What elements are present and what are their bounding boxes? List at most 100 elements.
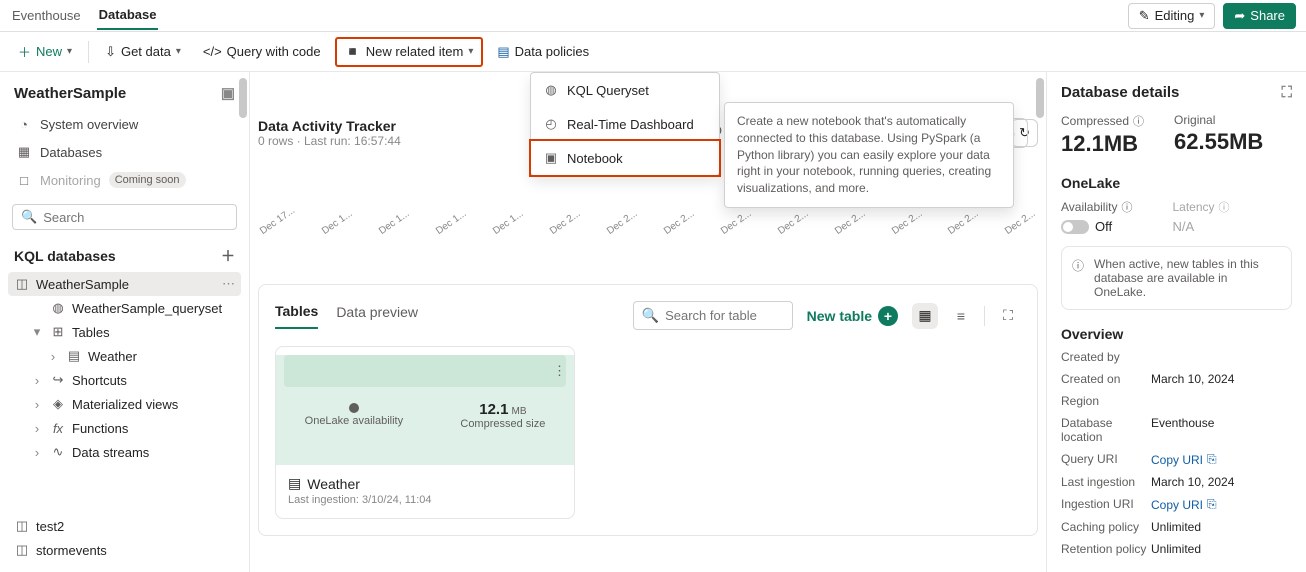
sidebar-search[interactable]: 🔍 [12, 204, 237, 230]
more-dots-icon[interactable]: ⋮ [553, 363, 566, 379]
fx-icon: fx [50, 420, 66, 436]
related-icon: ◾ [345, 44, 361, 60]
notebook-tooltip: Create a new notebook that's automatical… [724, 102, 1014, 208]
ov-val [1151, 394, 1292, 408]
tab-data-preview[interactable]: Data preview [336, 304, 418, 328]
scrollbar[interactable] [239, 78, 247, 118]
table-card-sub: Last ingestion: 3/10/24, 11:04 [276, 494, 574, 518]
activity-title: Data Activity Tracker [258, 118, 401, 134]
tree-tables[interactable]: ▾ ⊞ Tables [8, 320, 241, 344]
ov-key: Retention policy [1061, 542, 1151, 556]
info-icon[interactable]: ⓘ [1121, 199, 1132, 215]
ov-key: Region [1061, 394, 1151, 408]
ov-val: Unlimited [1151, 520, 1292, 534]
main-row: WeatherSample ▣ ◔ System overview ▦ Data… [0, 72, 1306, 572]
new-related-item-button[interactable]: ◾ New related item ▾ [335, 37, 484, 67]
chevron-right-icon[interactable]: › [30, 397, 44, 412]
plus-icon[interactable]: ＋ [221, 246, 235, 266]
chevron-down-icon: ▾ [176, 46, 181, 57]
chevron-right-icon[interactable]: › [30, 373, 44, 388]
table-search-input[interactable] [665, 308, 784, 323]
scrollbar[interactable] [1036, 78, 1044, 118]
expand-icon[interactable]: ▣ [221, 84, 235, 102]
matview-icon: ◈ [50, 396, 66, 412]
overview-grid: Created by Created onMarch 10, 2024 Regi… [1061, 350, 1292, 556]
chevron-down-icon[interactable]: ▾ [30, 324, 44, 340]
nav-databases[interactable]: ▦ Databases [8, 138, 241, 166]
tree-label: Tables [72, 325, 110, 340]
fullscreen-button[interactable]: ⛶ [995, 303, 1021, 329]
tree-label: WeatherSample [36, 277, 129, 292]
separator [88, 41, 89, 63]
sidebar-header: WeatherSample ▣ [8, 82, 241, 110]
tab-database[interactable]: Database [97, 1, 159, 30]
search-input[interactable] [43, 210, 228, 225]
tree-matviews[interactable]: › ◈ Materialized views [8, 392, 241, 416]
dd-realtime-dashboard[interactable]: ◴ Real-Time Dashboard [531, 107, 719, 141]
table-card-weather[interactable]: ⋮ OneLake availability 12.1 MB Compresse… [275, 346, 575, 519]
info-icon[interactable]: ⓘ [1133, 113, 1144, 129]
ov-val: March 10, 2024 [1151, 475, 1292, 489]
header-bar: Eventhouse Database ✎ Editing ▾ ➦ Share [0, 0, 1306, 32]
info-icon: ⓘ [1219, 199, 1230, 215]
data-policies-button[interactable]: ▤ Data policies [489, 39, 597, 65]
share-button[interactable]: ➦ Share [1223, 3, 1296, 29]
availability-value: Off [1095, 219, 1112, 234]
tree-queryset[interactable]: ◍ WeatherSample_queryset [8, 296, 241, 320]
share-label: Share [1250, 8, 1285, 23]
copy-ingestion-uri[interactable]: Copy URI ⎘ [1151, 497, 1292, 512]
tree-weathersample[interactable]: ◫ WeatherSample ⋯ [8, 272, 241, 296]
gauge-icon: ◔ [16, 116, 32, 132]
query-with-code-button[interactable]: </> Query with code [195, 39, 329, 64]
nav-monitoring: □ Monitoring Coming soon [8, 166, 241, 194]
monitor-icon: □ [16, 172, 32, 188]
activity-subtitle: 0 rows · Last run: 16:57:44 [258, 134, 401, 148]
kql-databases-section: KQL databases ＋ [8, 240, 241, 272]
data-policies-label: Data policies [515, 44, 589, 59]
more-dots-icon[interactable]: ⋯ [222, 276, 235, 292]
expand-icon[interactable]: ⛶ [1281, 84, 1292, 101]
new-label: New [36, 44, 62, 59]
dd-notebook[interactable]: ▣ Notebook [529, 139, 721, 177]
tree-weather-table[interactable]: › ▤ Weather [8, 344, 241, 368]
tab-tables[interactable]: Tables [275, 303, 318, 329]
details-title: Database details [1061, 84, 1179, 101]
copy-query-uri[interactable]: Copy URI ⎘ [1151, 452, 1292, 467]
grid-view-button[interactable]: ▦ [912, 303, 938, 329]
chart-x-labels: Dec 17... Dec 1... Dec 1... Dec 1... Dec… [258, 228, 1038, 239]
chevron-down-icon: ▾ [468, 46, 473, 57]
tree-shortcuts[interactable]: › ↪ Shortcuts [8, 368, 241, 392]
chevron-right-icon[interactable]: › [30, 445, 44, 460]
tree-test2[interactable]: ◫ test2 [8, 514, 241, 538]
toolbar: ＋ New ▾ ⇩ Get data ▾ </> Query with code… [0, 32, 1306, 72]
new-button[interactable]: ＋ New ▾ [10, 37, 80, 66]
tab-eventhouse[interactable]: Eventhouse [10, 2, 83, 29]
get-data-button[interactable]: ⇩ Get data ▾ [97, 39, 189, 65]
dd-label: Notebook [567, 151, 623, 166]
nav-system-overview[interactable]: ◔ System overview [8, 110, 241, 138]
tree-datastreams[interactable]: › ∿ Data streams [8, 440, 241, 464]
ov-key: Query URI [1061, 452, 1151, 467]
tree-stormevents[interactable]: ◫ stormevents [8, 538, 241, 562]
chevron-right-icon[interactable]: › [46, 349, 60, 364]
queryset-icon: ◍ [543, 82, 559, 98]
editing-dropdown[interactable]: ✎ Editing ▾ [1128, 3, 1216, 29]
tree-functions[interactable]: › fx Functions [8, 416, 241, 440]
plus-circle-icon: + [878, 306, 898, 326]
tree-label: WeatherSample_queryset [72, 301, 222, 316]
table-card-name: ▤ Weather [276, 465, 574, 494]
table-search[interactable]: 🔍 [633, 301, 793, 330]
chevron-right-icon[interactable]: › [30, 421, 44, 436]
copy-icon: ⎘ [1207, 497, 1217, 512]
tree-label: test2 [36, 519, 64, 534]
tables-tabs: Tables Data preview 🔍 New table + ▦ ≡ [275, 301, 1021, 330]
table-icon: ▤ [66, 348, 82, 364]
size-value: 12.1 [479, 401, 508, 418]
new-table-button[interactable]: New table + [807, 306, 898, 326]
tree-label: Functions [72, 421, 128, 436]
list-view-button[interactable]: ≡ [948, 303, 974, 329]
tree-label: Materialized views [72, 397, 178, 412]
availability-toggle[interactable] [1061, 220, 1089, 234]
dd-kql-queryset[interactable]: ◍ KQL Queryset [531, 73, 719, 107]
tree-label: Shortcuts [72, 373, 127, 388]
